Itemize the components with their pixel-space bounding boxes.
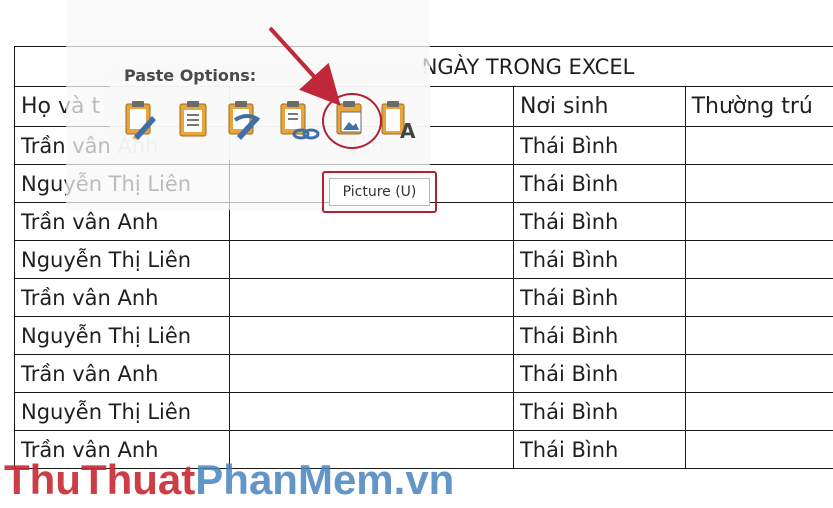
watermark: ThuThuatPhanMem.vn bbox=[4, 456, 454, 504]
watermark-part1: ThuThuat bbox=[4, 456, 196, 503]
red-arrow-icon bbox=[268, 26, 341, 106]
tooltip-highlight: Picture (U) bbox=[322, 171, 437, 213]
watermark-part2: PhanMem.vn bbox=[195, 456, 455, 503]
tooltip-picture: Picture (U) bbox=[329, 178, 430, 206]
